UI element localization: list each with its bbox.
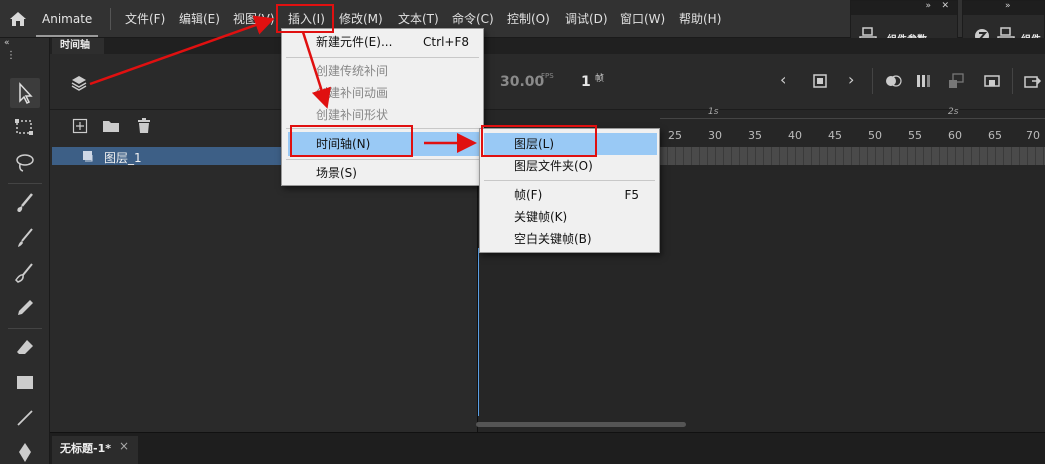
arrow-to-timeline-item xyxy=(301,31,331,109)
arrow-to-insert-menu xyxy=(89,15,275,86)
annotation-arrows xyxy=(89,15,477,153)
